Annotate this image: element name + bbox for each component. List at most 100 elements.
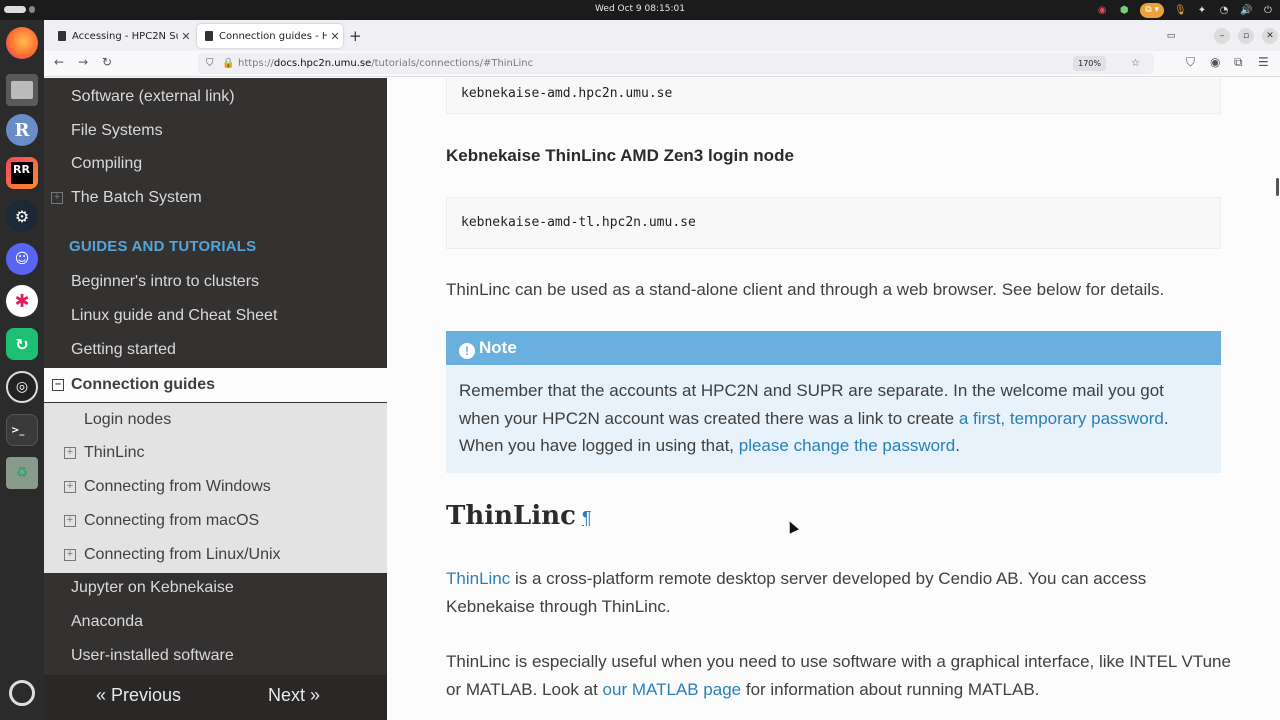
- thinlinc-link[interactable]: ThinLinc: [446, 569, 510, 588]
- sidebar-item-macos[interactable]: + Connecting from macOS: [44, 504, 387, 538]
- sidebar-item-beginners-intro[interactable]: Beginner's intro to clusters: [44, 265, 387, 299]
- zoom-level[interactable]: 170%: [1073, 56, 1106, 71]
- tab-label: Connection guides - HPC2: [219, 30, 327, 42]
- application-dock: R RR ⚙ ☺ ✱ ↻ ◎ >_ ♻: [0, 20, 44, 720]
- sidebar-item-linux-guide[interactable]: Linux guide and Cheat Sheet: [44, 299, 387, 333]
- collapse-icon[interactable]: –: [52, 379, 64, 391]
- code-block[interactable]: kebnekaise-amd.hpc2n.umu.se: [446, 78, 1221, 114]
- code-block[interactable]: kebnekaise-amd-tl.hpc2n.umu.se: [446, 197, 1221, 249]
- paragraph: ThinLinc is a cross-platform remote desk…: [446, 565, 1236, 621]
- discord-icon[interactable]: ☺: [6, 243, 38, 275]
- sidebar-item-login-nodes[interactable]: Login nodes: [44, 403, 387, 437]
- previous-button[interactable]: « Previous: [96, 685, 181, 706]
- steam-icon[interactable]: ⚙: [6, 200, 38, 232]
- r-icon[interactable]: R: [6, 114, 38, 146]
- reload-icon[interactable]: ↻: [102, 55, 112, 69]
- files-icon[interactable]: [6, 74, 38, 106]
- expand-icon[interactable]: +: [64, 549, 76, 561]
- sidebar-item-connection-guides[interactable]: – Connection guides: [44, 368, 387, 402]
- trash-icon[interactable]: ♻: [6, 457, 38, 489]
- wifi-icon[interactable]: ◔: [1218, 5, 1230, 16]
- expand-icon[interactable]: +: [64, 515, 76, 527]
- sidebar-item-label: Connection guides: [71, 376, 215, 393]
- firefox-icon[interactable]: [6, 27, 38, 59]
- shield-icon[interactable]: ⬢: [1118, 5, 1130, 16]
- scrollbar-thumb[interactable]: [1276, 178, 1279, 196]
- close-window-icon[interactable]: ✕: [1262, 28, 1278, 44]
- accessibility-icon[interactable]: ✦: [1196, 5, 1208, 16]
- sidebar-item-label: The Batch System: [71, 189, 202, 206]
- lock-icon[interactable]: 🔒: [222, 53, 234, 74]
- indicator-pill[interactable]: ⧉ ▾: [1140, 2, 1164, 18]
- info-icon: !: [459, 343, 475, 359]
- sidebar-item-anaconda[interactable]: Anaconda: [44, 605, 387, 639]
- sidebar-item-label: Connecting from Linux/Unix: [84, 546, 281, 563]
- sidebar-caption: GUIDES AND TUTORIALS: [69, 238, 257, 255]
- docs-sidebar: Software (external link) File Systems Co…: [44, 78, 387, 720]
- obs-icon[interactable]: ◎: [6, 371, 38, 403]
- url-prefix: https://: [238, 58, 274, 69]
- sidebar-item-file-systems[interactable]: File Systems: [44, 114, 387, 148]
- system-top-bar: Wed Oct 9 08:15:01 ◉ ⬢ ⧉ ▾ 🎙 ✦ ◔ 🔊 ⏻: [0, 0, 1280, 20]
- tab-list-icon[interactable]: ▭: [1163, 28, 1179, 44]
- system-clock[interactable]: Wed Oct 9 08:15:01: [0, 4, 1280, 14]
- close-icon[interactable]: ✕: [327, 30, 343, 43]
- sidebar-item-batch-system[interactable]: + The Batch System: [44, 181, 387, 215]
- note-title-label: Note: [479, 338, 517, 357]
- account-icon[interactable]: ◉: [1210, 55, 1220, 69]
- sidebar-item-label: Connecting from macOS: [84, 512, 260, 529]
- expand-icon[interactable]: +: [64, 447, 76, 459]
- browser-tab-strip: Accessing - HPC2N Suppo ✕ Connection gui…: [44, 20, 1280, 51]
- extensions-icon[interactable]: ⧉: [1234, 55, 1243, 70]
- section-heading: Kebnekaise ThinLinc AMD Zen3 login node: [446, 146, 794, 165]
- change-password-link[interactable]: please change the password: [739, 436, 955, 455]
- system-tray[interactable]: ◉ ⬢ ⧉ ▾ 🎙 ✦ ◔ 🔊 ⏻: [1096, 2, 1274, 18]
- close-icon[interactable]: ✕: [178, 30, 194, 43]
- app-icon[interactable]: ↻: [6, 328, 38, 360]
- sidebar-item-jupyter[interactable]: Jupyter on Kebnekaise: [44, 571, 387, 605]
- expand-icon[interactable]: +: [51, 192, 63, 204]
- ubuntu-icon[interactable]: [9, 680, 35, 706]
- tab-label: Accessing - HPC2N Suppo: [72, 30, 178, 42]
- browser-nav-bar: ← → ↻ ⛉ 🔒 https://docs.hpc2n.umu.se/tuto…: [44, 51, 1280, 77]
- volume-icon[interactable]: 🔊: [1240, 5, 1252, 16]
- expand-icon[interactable]: +: [64, 481, 76, 493]
- bookmark-star-icon[interactable]: ☆: [1131, 53, 1140, 74]
- sidebar-subsection: Login nodes + ThinLinc + Connecting from…: [44, 403, 387, 573]
- temporary-password-link[interactable]: a first, temporary password: [959, 409, 1164, 428]
- main-content: kebnekaise-amd.hpc2n.umu.se Kebnekaise T…: [387, 78, 1280, 720]
- slack-icon[interactable]: ✱: [6, 285, 38, 317]
- mic-icon[interactable]: 🎙: [1174, 5, 1187, 16]
- note-title: ! Note: [446, 331, 1221, 365]
- menu-icon[interactable]: ☰: [1258, 55, 1269, 69]
- forward-icon[interactable]: →: [78, 55, 88, 69]
- paragraph: ThinLinc is especially useful when you n…: [446, 648, 1236, 704]
- tab-accessing[interactable]: Accessing - HPC2N Suppo ✕: [50, 24, 194, 48]
- next-button[interactable]: Next »: [268, 685, 320, 706]
- permalink-icon[interactable]: ¶: [582, 508, 592, 528]
- matlab-page-link[interactable]: our MATLAB page: [603, 680, 742, 699]
- rustrover-icon[interactable]: RR: [6, 157, 38, 189]
- tab-connection-guides[interactable]: Connection guides - HPC2 ✕: [197, 24, 343, 48]
- back-icon[interactable]: ←: [54, 55, 64, 69]
- power-icon[interactable]: ⏻: [1262, 5, 1274, 16]
- pocket-icon[interactable]: ⛉: [1186, 55, 1195, 70]
- minimize-icon[interactable]: –: [1214, 28, 1230, 44]
- paragraph-text: is a cross-platform remote desktop serve…: [446, 569, 1147, 616]
- sidebar-item-thinlinc[interactable]: + ThinLinc: [44, 436, 387, 470]
- sidebar-item-linux[interactable]: + Connecting from Linux/Unix: [44, 538, 387, 572]
- sidebar-item-label: ThinLinc: [84, 444, 145, 461]
- new-tab-icon[interactable]: +: [349, 27, 362, 45]
- maximize-icon[interactable]: ▫: [1238, 28, 1254, 44]
- record-icon[interactable]: ◉: [1096, 5, 1108, 16]
- sidebar-item-user-installed[interactable]: User-installed software: [44, 639, 387, 673]
- url-bar[interactable]: ⛉ 🔒 https://docs.hpc2n.umu.se/tutorials/…: [198, 53, 1154, 74]
- sidebar-item-compiling[interactable]: Compiling: [44, 147, 387, 181]
- paragraph: ThinLinc can be used as a stand-alone cl…: [446, 280, 1165, 299]
- sidebar-item-software[interactable]: Software (external link): [44, 80, 387, 114]
- sidebar-item-getting-started[interactable]: Getting started: [44, 333, 387, 367]
- terminal-icon[interactable]: >_: [6, 414, 38, 446]
- sidebar-item-windows[interactable]: + Connecting from Windows: [44, 470, 387, 504]
- shield-icon[interactable]: ⛉: [206, 53, 214, 74]
- sidebar-item-label: Connecting from Windows: [84, 478, 271, 495]
